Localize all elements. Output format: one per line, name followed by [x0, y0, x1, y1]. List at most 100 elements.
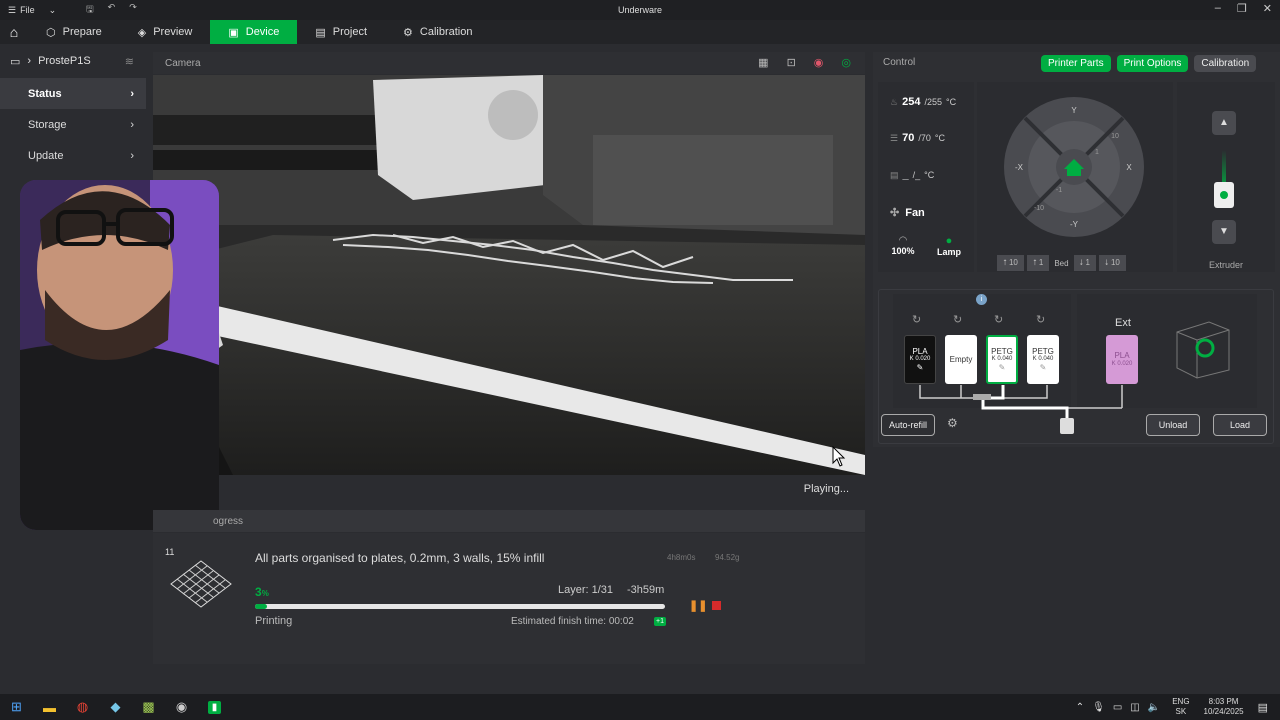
file-explorer-icon[interactable]: ▬	[33, 694, 66, 720]
lamp-toggle[interactable]: ● Lamp	[934, 235, 964, 257]
plate-thumbnail	[170, 560, 232, 608]
clock[interactable]: 8:03 PM 10/24/2025	[1204, 697, 1244, 716]
app-icon[interactable]: ◉	[165, 694, 198, 720]
humidity-icon: ↻	[953, 314, 963, 326]
nozzle-temp[interactable]: ♨ 254 /255 °C	[890, 96, 956, 108]
windows-start-icon[interactable]: ⊞	[0, 694, 33, 720]
edit-icon[interactable]: ✎	[1040, 363, 1047, 372]
ams-slot-1[interactable]: PLA K 0.020 ✎	[904, 335, 936, 384]
microphone-icon[interactable]: 🎙	[1092, 702, 1105, 713]
chevron-up-icon[interactable]: ⌃	[1076, 702, 1084, 713]
jog-y-minus: -Y	[1070, 220, 1079, 229]
fan-icon: ✣	[890, 207, 900, 219]
maximize-button[interactable]: ❐	[1237, 2, 1247, 15]
extruder-down-button[interactable]: ▼	[1212, 220, 1236, 244]
network-icon[interactable]: ◫	[1130, 702, 1139, 713]
printer-parts-button[interactable]: Printer Parts	[1041, 55, 1111, 72]
extruder-up-button[interactable]: ▲	[1212, 111, 1236, 135]
progress-percent: 3%	[255, 585, 269, 599]
external-spool-slot[interactable]: PLA K 0.020	[1106, 335, 1138, 384]
sidebar-item-storage[interactable]: Storage ›	[0, 109, 146, 140]
humidity-icon: ↻	[1036, 314, 1046, 326]
speedometer-icon: ◠	[898, 235, 908, 246]
unload-button[interactable]: Unload	[1146, 414, 1200, 436]
sd-card-icon[interactable]: ▦	[758, 56, 768, 69]
ams-info-icon[interactable]: i	[976, 294, 987, 305]
load-button[interactable]: Load	[1213, 414, 1267, 436]
bed-down-10-button[interactable]: ⭣ 10	[1099, 255, 1126, 271]
edit-icon[interactable]: ✎	[917, 363, 924, 372]
volume-icon[interactable]: 🔈	[1148, 702, 1160, 713]
tab-calibration[interactable]: ⚙ Calibration	[385, 20, 490, 44]
tab-project[interactable]: ▤ Project	[297, 20, 385, 44]
jog-y-plus: Y	[1071, 106, 1077, 115]
print-options-button[interactable]: Print Options	[1116, 55, 1189, 72]
title-bar: ☰ File ⌄ 🖫 ↶ ↷ Underware – ❐ ✕	[0, 0, 1280, 20]
chevron-right-icon: ›	[130, 149, 134, 162]
nozzle-icon: ♨	[890, 97, 899, 107]
jog-x-minus: -X	[1015, 163, 1024, 172]
print-duration: 4h8m0s	[667, 553, 696, 562]
fan-control[interactable]: ✣ Fan	[890, 206, 925, 220]
home-icon[interactable]: ⌂	[0, 24, 28, 40]
bed-icon: ☰	[890, 133, 899, 143]
ams-slot-3[interactable]: PETG K 0.040 ✎	[986, 335, 1018, 384]
edit-icon[interactable]: ✎	[999, 363, 1006, 372]
app-icon[interactable]: ◆	[99, 694, 132, 720]
ams-panel: i ↻ ↻ ↻ ↻ PLA K 0.020 ✎ Empty PETG K 0.0…	[878, 289, 1274, 444]
extruder-label: Extruder	[1208, 260, 1243, 270]
bed-up-10-button[interactable]: ⭡ 10	[997, 255, 1024, 271]
live-view-icon[interactable]: ◎	[841, 56, 851, 69]
layer-count: Layer: 1/31	[558, 584, 614, 596]
auto-refill-button[interactable]: Auto-refill	[881, 414, 935, 436]
chevron-right-icon: ›	[130, 87, 134, 100]
display-icon[interactable]: ▭	[1113, 702, 1122, 713]
app-icon[interactable]: ▩	[132, 694, 165, 720]
printer-selector[interactable]: ▭ › ProsteP1S ≋	[0, 44, 146, 78]
sidebar-item-update[interactable]: Update ›	[0, 140, 146, 171]
bed-label: Bed	[1054, 258, 1069, 268]
speed-control[interactable]: ◠ 100%	[888, 235, 918, 256]
extruder-panel: ▲ ▼ Extruder	[1177, 82, 1275, 272]
control-title: Control	[883, 57, 916, 68]
estimated-finish-time: Estimated finish time: 00:02	[511, 616, 634, 627]
camera-feed	[153, 75, 865, 475]
record-icon[interactable]: ◉	[814, 56, 824, 69]
humidity-icon: ↻	[994, 314, 1004, 326]
stop-button[interactable]	[712, 601, 721, 610]
file-menu[interactable]: ☰ File ⌄	[0, 5, 80, 16]
plate-number: 11	[165, 547, 175, 557]
jog-pad[interactable]: Y -Y X -X 10 1 -1 -10	[1003, 96, 1145, 238]
ams-settings-icon[interactable]: ⚙	[947, 416, 958, 430]
camera-header: Camera ▦ ⊡ ◉ ◎	[153, 52, 865, 74]
motion-panel: Y -Y X -X 10 1 -1 -10 ⭡ 10 ⭡ 1 Bed ⭣ 1 ⭣…	[977, 82, 1173, 272]
tab-device[interactable]: ▣ Device	[210, 20, 298, 44]
chrome-icon[interactable]: ◍	[66, 694, 99, 720]
underware-app-icon[interactable]: ▮	[198, 694, 231, 720]
sidebar-item-status[interactable]: Status ›	[0, 78, 146, 109]
bed-temp[interactable]: ☰ 70 /70 °C	[890, 132, 945, 144]
window-title: Underware	[617, 5, 663, 15]
chamber-temp[interactable]: ▤ _ /_ °C	[890, 169, 934, 181]
notification-icon[interactable]: ▤	[1258, 701, 1268, 714]
bed-up-1-button[interactable]: ⭡ 1	[1026, 255, 1050, 271]
save-icon[interactable]: 🖫	[86, 2, 94, 18]
close-button[interactable]: ✕	[1263, 2, 1272, 15]
next-day-badge: +1	[654, 617, 666, 626]
ams-slot-4[interactable]: PETG K 0.040 ✎	[1027, 335, 1059, 384]
tab-preview[interactable]: ◈ Preview	[120, 20, 211, 44]
undo-icon[interactable]: ↶	[108, 2, 116, 18]
video-settings-icon[interactable]: ⊡	[787, 56, 796, 69]
minimize-button[interactable]: –	[1215, 2, 1221, 15]
calibration-button[interactable]: Calibration	[1194, 55, 1257, 72]
bed-down-1-button[interactable]: ⭣ 1	[1073, 255, 1096, 271]
ams-slot-2[interactable]: Empty	[945, 335, 977, 384]
chevron-down-icon: ⌄	[48, 4, 57, 15]
chevron-right-icon: ›	[130, 118, 134, 131]
pause-button[interactable]: ❚❚	[689, 599, 707, 612]
control-panel: Control Printer Parts Print Options Cali…	[873, 52, 1280, 447]
tab-prepare[interactable]: ⬡ Prepare	[28, 20, 120, 44]
presenter-image	[20, 180, 219, 530]
redo-icon[interactable]: ↷	[129, 2, 137, 18]
language-indicator[interactable]: ENG SK	[1172, 697, 1189, 716]
